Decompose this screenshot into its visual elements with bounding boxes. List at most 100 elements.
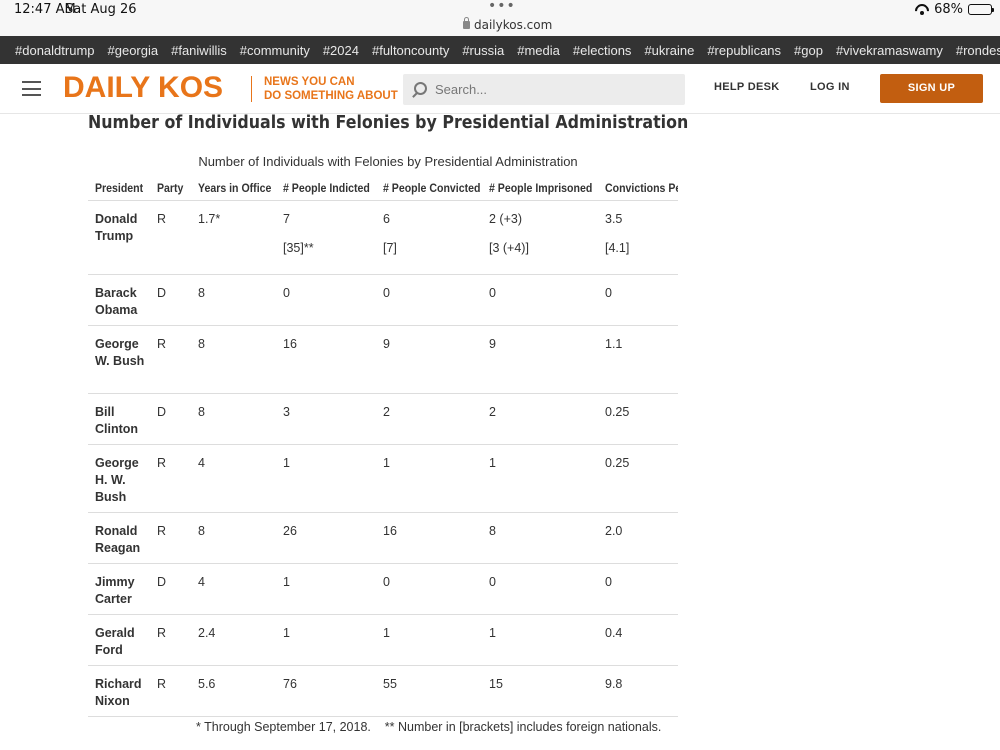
battery-icon <box>968 4 994 15</box>
logo-divider <box>251 76 252 102</box>
convicted-cell: 1 <box>376 444 482 513</box>
party-cell: D <box>150 274 191 326</box>
help-desk-link[interactable]: HELP DESK <box>714 81 779 93</box>
imprisoned-cell: 15 <box>482 665 598 717</box>
search-input[interactable] <box>435 74 675 105</box>
hashtag-link[interactable]: #republicans <box>707 43 781 58</box>
party-cell: D <box>150 393 191 445</box>
hashtag-link[interactable]: #georgia <box>108 43 159 58</box>
president-cell: Barack Obama <box>88 274 150 326</box>
search-icon[interactable] <box>414 82 427 95</box>
imprisoned-cell: 8 <box>482 512 598 564</box>
party-cell: R <box>150 444 191 513</box>
article-heading: Number of Individuals with Felonies by P… <box>88 112 689 133</box>
sign-up-button[interactable]: SIGN UP <box>880 74 983 103</box>
convictions-per-cell: 1.1 <box>598 325 678 394</box>
imprisoned-cell: 2 <box>482 393 598 445</box>
col-header-years: Years in Office <box>191 177 276 201</box>
search-box[interactable] <box>403 74 685 105</box>
more-dots-icon[interactable]: ••• <box>488 0 516 14</box>
convicted-cell: 9 <box>376 325 482 394</box>
status-bar: 12:47 AM Sat Aug 26 ••• dailykos.com 68% <box>0 0 1000 36</box>
convictions-per-cell: 2.0 <box>598 512 678 564</box>
table-caption: Number of Individuals with Felonies by P… <box>198 154 578 169</box>
convictions-per-cell-bracket: [4.1] <box>605 240 630 255</box>
indicted-cell: 1 <box>276 614 376 666</box>
table-row: Barack Obama D 8 0 0 0 0 <box>88 274 678 326</box>
hashtag-link[interactable]: #fultoncounty <box>372 43 449 58</box>
table-row: Gerald Ford R 2.4 1 1 1 0.4 <box>88 614 678 666</box>
table-footnote: * Through September 17, 2018. ** Number … <box>196 720 662 734</box>
imprisoned-cell-bracket: [3 (+4)] <box>489 240 529 255</box>
president-cell: Gerald Ford <box>88 614 150 666</box>
convictions-per-cell: 0 <box>598 563 678 615</box>
table-header-row: President Party Years in Office # People… <box>88 177 678 201</box>
years-cell: 8 <box>191 512 276 564</box>
years-cell: 1.7* <box>191 200 276 275</box>
col-header-convicted: # People Convicted <box>376 177 482 201</box>
years-cell: 2.4 <box>191 614 276 666</box>
status-date: Sat Aug 26 <box>65 2 137 17</box>
years-cell: 8 <box>191 274 276 326</box>
convicted-cell: 55 <box>376 665 482 717</box>
imprisoned-cell: 0 <box>482 563 598 615</box>
indicted-cell: 26 <box>276 512 376 564</box>
party-cell: R <box>150 614 191 666</box>
table-row: Ronald Reagan R 8 26 16 8 2.0 <box>88 512 678 564</box>
convictions-per-cell: 0.4 <box>598 614 678 666</box>
imprisoned-cell: 1 <box>482 614 598 666</box>
hashtag-link[interactable]: #ukraine <box>644 43 694 58</box>
years-cell: 4 <box>191 444 276 513</box>
indicted-cell: 76 <box>276 665 376 717</box>
hashtag-bar: #donaldtrump #georgia #faniwillis #communit… <box>0 36 1000 64</box>
convicted-cell: 16 <box>376 512 482 564</box>
indicted-cell: 3 <box>276 393 376 445</box>
hashtag-link[interactable]: #donaldtrump <box>15 43 95 58</box>
indicted-cell: 7 [35]** <box>276 200 376 275</box>
president-cell: Donald Trump <box>88 200 150 275</box>
table-row: Jimmy Carter D 4 1 0 0 0 <box>88 563 678 615</box>
hashtag-link[interactable]: #vivekramaswamy <box>836 43 943 58</box>
convicted-cell: 1 <box>376 614 482 666</box>
convictions-per-cell: 3.5 [4.1] <box>598 200 678 275</box>
years-cell: 8 <box>191 393 276 445</box>
menu-icon[interactable] <box>22 81 41 96</box>
imprisoned-cell: 0 <box>482 274 598 326</box>
convicted-cell: 0 <box>376 274 482 326</box>
felonies-table: President Party Years in Office # People… <box>88 177 678 717</box>
hashtag-link[interactable]: #rondesantis <box>956 43 1000 58</box>
convicted-cell: 2 <box>376 393 482 445</box>
status-indicators: 68% <box>915 2 994 17</box>
hashtag-link[interactable]: #faniwillis <box>171 43 227 58</box>
party-cell: R <box>150 200 191 275</box>
convictions-per-cell: 0.25 <box>598 444 678 513</box>
col-header-president: President <box>88 177 150 201</box>
hashtag-link[interactable]: #community <box>240 43 310 58</box>
president-cell: Bill Clinton <box>88 393 150 445</box>
president-cell: Jimmy Carter <box>88 563 150 615</box>
hashtag-link[interactable]: #2024 <box>323 43 359 58</box>
url-bar[interactable]: dailykos.com <box>463 17 552 32</box>
battery-percent: 68% <box>934 2 963 17</box>
president-cell: George H. W. Bush <box>88 444 150 513</box>
hashtag-link[interactable]: #elections <box>573 43 632 58</box>
daily-kos-logo[interactable]: DAILY KOS <box>63 73 223 103</box>
indicted-cell: 1 <box>276 563 376 615</box>
years-cell: 5.6 <box>191 665 276 717</box>
imprisoned-cell: 2 (+3) [3 (+4)] <box>482 200 598 275</box>
hashtag-link[interactable]: #media <box>517 43 560 58</box>
years-cell: 4 <box>191 563 276 615</box>
convictions-per-cell: 0.25 <box>598 393 678 445</box>
party-cell: R <box>150 512 191 564</box>
hashtag-link[interactable]: #russia <box>462 43 504 58</box>
table-row: Donald Trump R 1.7* 7 [35]** 6 [7] 2 (+3) [3 (+4… <box>88 200 678 275</box>
convictions-per-cell: 0 <box>598 274 678 326</box>
hashtag-link[interactable]: #gop <box>794 43 823 58</box>
convicted-cell: 0 <box>376 563 482 615</box>
tagline-line-2: DO SOMETHING ABOUT <box>264 90 398 102</box>
president-cell: George W. Bush <box>88 325 150 394</box>
indicted-cell: 1 <box>276 444 376 513</box>
log-in-link[interactable]: LOG IN <box>810 81 850 93</box>
col-header-imprisoned: # People Imprisoned <box>482 177 598 201</box>
table-row: Bill Clinton D 8 3 2 2 0.25 <box>88 393 678 445</box>
